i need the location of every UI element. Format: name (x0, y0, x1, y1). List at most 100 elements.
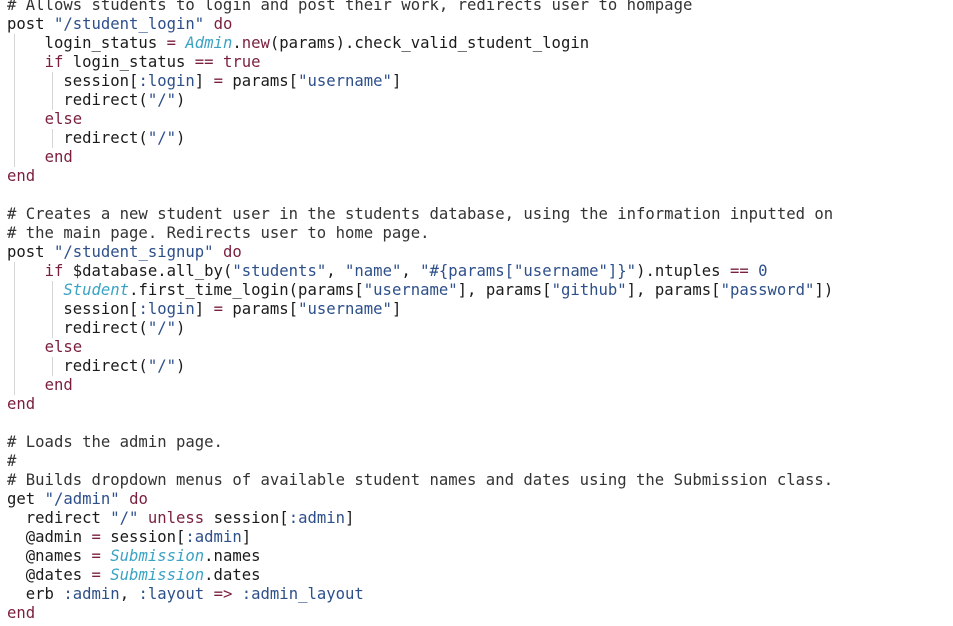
indent-guide (52, 357, 53, 376)
code-line[interactable]: session[:login] = params["username"] (0, 72, 953, 91)
code-line[interactable]: @dates = Submission.dates (0, 566, 953, 585)
indent-guide (14, 281, 15, 300)
code-line[interactable]: redirect("/") (0, 357, 953, 376)
code-token-plain: (params).check_valid_student_login (269, 34, 590, 52)
code-line[interactable]: end (0, 604, 953, 623)
code-token-keyword: do (222, 243, 242, 261)
code-line[interactable]: @admin = session[:admin] (0, 528, 953, 547)
code-token-plain: session[ (7, 72, 139, 90)
code-token-string: "github" (551, 281, 627, 299)
code-token-op: = (213, 300, 223, 318)
code-token-keyword: end (7, 395, 36, 413)
indent-guide (52, 281, 53, 300)
code-token-plain: .names (204, 547, 261, 565)
code-token-plain: redirect( (7, 129, 148, 147)
code-token-plain: ]) (814, 281, 834, 299)
code-token-plain: ], params[ (626, 281, 721, 299)
code-token-keyword: true (222, 53, 261, 71)
indent-guide (14, 376, 15, 395)
code-token-string: "/" (110, 509, 139, 527)
code-token-keyword: end (44, 376, 73, 394)
code-line[interactable]: # (0, 452, 953, 471)
code-editor[interactable]: # Allows students to login and post thei… (0, 0, 953, 626)
code-token-string: "/" (147, 319, 176, 337)
code-token-plain: session[ (204, 509, 289, 527)
code-line[interactable]: # Builds dropdown menus of available stu… (0, 471, 953, 490)
code-line[interactable]: redirect("/") (0, 319, 953, 338)
code-token-op: == (729, 262, 749, 280)
code-token-op: = (91, 547, 101, 565)
code-token-plain: redirect( (7, 357, 148, 375)
code-line[interactable]: Student.first_time_login(params["usernam… (0, 281, 953, 300)
indent-guide (14, 129, 15, 148)
code-line[interactable]: else (0, 338, 953, 357)
code-token-keyword: else (44, 110, 83, 128)
code-token-string: "/student_login" (53, 15, 205, 33)
code-token-string: "/admin" (44, 490, 120, 508)
indent-guide (14, 319, 15, 338)
indent-guide (14, 34, 15, 53)
code-line[interactable]: if login_status == true (0, 53, 953, 72)
code-token-string: "#{params["username"]}" (420, 262, 637, 280)
code-token-plain: ], params[ (457, 281, 552, 299)
indent-guide (14, 110, 15, 129)
code-line[interactable]: end (0, 167, 953, 186)
code-token-op: => (213, 585, 233, 603)
code-line[interactable]: end (0, 395, 953, 414)
code-token-plain: @names (7, 547, 92, 565)
code-token-plain: , (119, 585, 139, 603)
code-token-plain: .dates (204, 566, 261, 584)
code-line[interactable]: end (0, 376, 953, 395)
code-line[interactable]: end (0, 148, 953, 167)
code-line[interactable]: # Creates a new student user in the stud… (0, 205, 953, 224)
code-line[interactable]: erb :admin, :layout => :admin_layout (0, 585, 953, 604)
code-line[interactable]: post "/student_signup" do (0, 243, 953, 262)
code-line[interactable]: get "/admin" do (0, 490, 953, 509)
code-line[interactable]: redirect("/") (0, 129, 953, 148)
code-token-plain: session[ (7, 300, 139, 318)
code-token-plain: .first_time_login(params[ (129, 281, 364, 299)
code-line[interactable]: @names = Submission.names (0, 547, 953, 566)
code-line[interactable]: session[:login] = params["username"] (0, 300, 953, 319)
code-token-string: "/student_signup" (53, 243, 214, 261)
code-token-comment: # (7, 452, 17, 470)
code-token-keyword: if (44, 262, 64, 280)
code-line[interactable]: # Allows students to login and post thei… (0, 0, 953, 15)
code-line[interactable]: redirect("/") (0, 91, 953, 110)
code-token-keyword: unless (147, 509, 205, 527)
code-token-plain: , (326, 262, 346, 280)
code-line[interactable]: post "/student_login" do (0, 15, 953, 34)
indent-guide (14, 300, 15, 319)
code-line[interactable] (0, 414, 953, 433)
code-line[interactable]: # Loads the admin page. (0, 433, 953, 452)
code-line[interactable]: if $database.all_by("students", "name", … (0, 262, 953, 281)
indent-guide (52, 129, 53, 148)
code-token-comment: # Creates a new student user in the stud… (7, 205, 834, 223)
code-token-plain: ) (176, 319, 186, 337)
code-line[interactable]: else (0, 110, 953, 129)
code-line[interactable]: login_status = Admin.new(params).check_v… (0, 34, 953, 53)
code-token-plain: erb (7, 585, 64, 603)
code-lines: # Allows students to login and post thei… (0, 0, 953, 623)
indent-guide (52, 91, 53, 110)
code-token-plain: ] (391, 300, 402, 318)
code-token-plain: ) (176, 91, 186, 109)
code-token-const: Admin (185, 34, 233, 52)
code-line[interactable]: redirect "/" unless session[:admin] (0, 509, 953, 528)
code-token-plain: ) (176, 129, 186, 147)
code-token-plain: @admin (7, 528, 92, 546)
code-token-plain: redirect( (7, 319, 148, 337)
code-line[interactable] (0, 186, 953, 205)
code-line[interactable]: # the main page. Redirects user to home … (0, 224, 953, 243)
code-token-plain: ] (194, 72, 214, 90)
code-token-symbol: :admin (288, 509, 346, 527)
indent-guide (52, 319, 53, 338)
code-token-plain: ).ntuples (636, 262, 730, 280)
